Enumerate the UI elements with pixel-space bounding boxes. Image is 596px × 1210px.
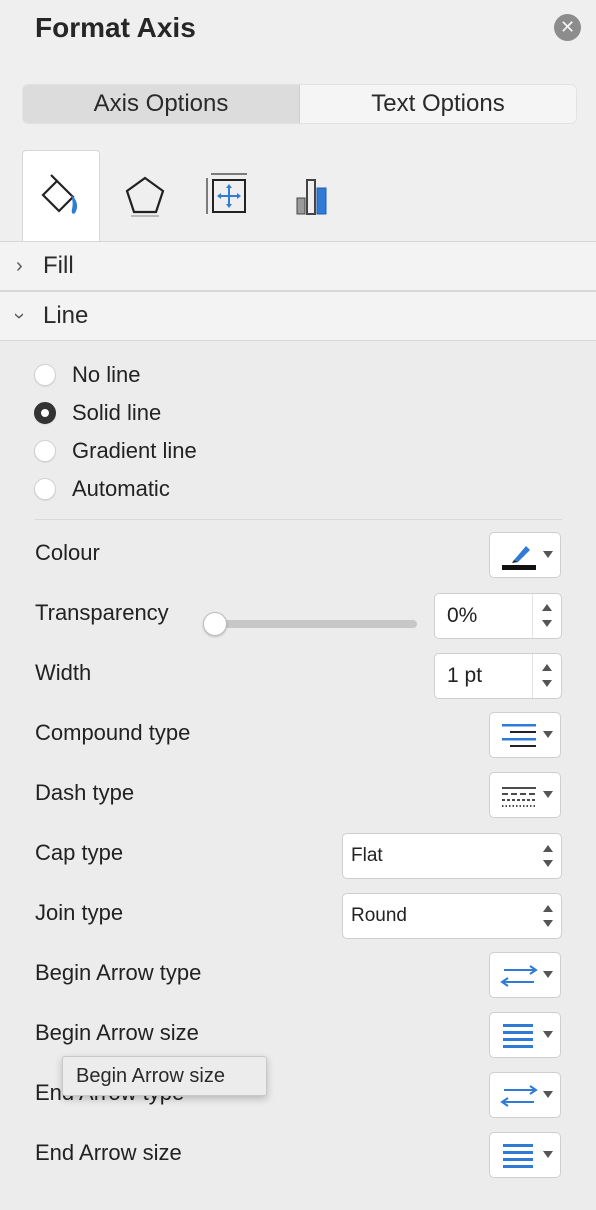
paint-bucket-icon (41, 174, 78, 214)
stepper-down-icon[interactable] (542, 620, 552, 627)
transparency-slider-thumb[interactable] (203, 612, 227, 636)
transparency-label: Transparency (35, 600, 169, 625)
bar-chart-icon (296, 179, 327, 215)
width-value[interactable]: 1 pt (447, 654, 482, 698)
chevron-down-icon (543, 791, 553, 798)
transparency-stepper[interactable]: 0% (434, 593, 562, 639)
radio-label: Solid line (72, 400, 162, 425)
pen-colour-icon (502, 546, 536, 570)
stepper-arrows[interactable] (532, 654, 561, 698)
cap-type-label: Cap type (35, 840, 124, 865)
select-up-icon (543, 905, 553, 912)
stepper-arrows[interactable] (532, 594, 561, 638)
join-type-select[interactable]: Round (342, 893, 562, 939)
arrows-icon (500, 965, 538, 987)
chevron-down-icon (543, 1031, 553, 1038)
chevron-down-icon (543, 551, 553, 558)
colour-label: Colour (35, 540, 100, 565)
fill-section-label: Fill (43, 252, 74, 279)
compound-lines-icon (502, 724, 536, 747)
stepper-down-icon[interactable] (542, 680, 552, 687)
chevron-down-icon (543, 971, 553, 978)
cap-type-value[interactable]: Flat (351, 834, 383, 878)
end-arrow-size-button[interactable] (489, 1132, 561, 1178)
radio-label: Gradient line (72, 438, 197, 463)
chevron-down-icon (543, 1091, 553, 1098)
stepper-up-icon[interactable] (542, 604, 552, 611)
transparency-value[interactable]: 0% (447, 594, 477, 638)
dash-type-label: Dash type (35, 780, 135, 805)
radio-no-line[interactable]: No line (34, 360, 140, 390)
join-type-value[interactable]: Round (351, 894, 407, 938)
category-icon-tabs (0, 150, 596, 243)
end-arrow-size-label: End Arrow size (35, 1140, 182, 1165)
colour-picker-button[interactable] (489, 532, 561, 578)
tab-text-options[interactable]: Text Options (300, 85, 576, 123)
stepper-up-icon[interactable] (542, 664, 552, 671)
chevron-down-icon (543, 1151, 553, 1158)
size-lines-icon (503, 1144, 533, 1168)
radio-button[interactable] (34, 478, 56, 500)
fill-and-line-tab[interactable] (22, 150, 100, 243)
pentagon-icon (125, 176, 165, 217)
begin-arrow-size-label: Begin Arrow size (35, 1020, 199, 1045)
pane-title: Format Axis (35, 12, 196, 43)
radio-gradient-line[interactable]: Gradient line (34, 436, 197, 466)
chevron-down-icon: › (8, 312, 31, 320)
compound-type-button[interactable] (489, 712, 561, 758)
chevron-right-icon: › (16, 255, 23, 277)
begin-arrow-type-button[interactable] (489, 952, 561, 998)
size-properties-icon (206, 173, 247, 214)
tooltip: Begin Arrow size (62, 1056, 267, 1096)
cap-type-select[interactable]: Flat (342, 833, 562, 879)
begin-arrow-type-label: Begin Arrow type (35, 960, 202, 985)
format-axis-pane: Format Axis ✕ Axis Options Text Options (0, 0, 596, 1210)
begin-arrow-size-button[interactable] (489, 1012, 561, 1058)
radio-button[interactable] (34, 364, 56, 386)
line-section-label: Line (43, 302, 89, 329)
divider (35, 519, 562, 520)
join-type-label: Join type (35, 900, 124, 925)
select-down-icon (543, 920, 553, 927)
select-up-icon (543, 845, 553, 852)
width-stepper[interactable]: 1 pt (434, 653, 562, 699)
close-icon[interactable]: ✕ (554, 14, 581, 41)
compound-type-label: Compound type (35, 720, 191, 745)
chevron-down-icon (543, 731, 553, 738)
radio-button[interactable] (34, 440, 56, 462)
options-segmented-control: Axis Options Text Options (22, 84, 577, 124)
select-down-icon (543, 860, 553, 867)
size-and-properties-tab[interactable] (190, 150, 268, 242)
dash-type-button[interactable] (489, 772, 561, 818)
radio-label: No line (72, 362, 141, 387)
radio-button[interactable] (34, 402, 56, 424)
fill-section-header[interactable]: › Fill (0, 241, 596, 291)
dash-lines-icon (502, 787, 536, 807)
size-lines-icon (503, 1024, 533, 1048)
end-arrow-type-button[interactable] (489, 1072, 561, 1118)
effects-tab[interactable] (106, 150, 184, 242)
tab-axis-options[interactable]: Axis Options (23, 85, 300, 123)
transparency-slider-track[interactable] (214, 620, 417, 628)
width-label: Width (35, 660, 92, 685)
radio-solid-line[interactable]: Solid line (34, 398, 161, 428)
radio-automatic[interactable]: Automatic (34, 474, 170, 504)
arrows-icon (500, 1085, 538, 1107)
radio-label: Automatic (72, 476, 170, 501)
axis-options-tab[interactable] (274, 150, 352, 242)
line-section-header[interactable]: › Line (0, 291, 596, 341)
